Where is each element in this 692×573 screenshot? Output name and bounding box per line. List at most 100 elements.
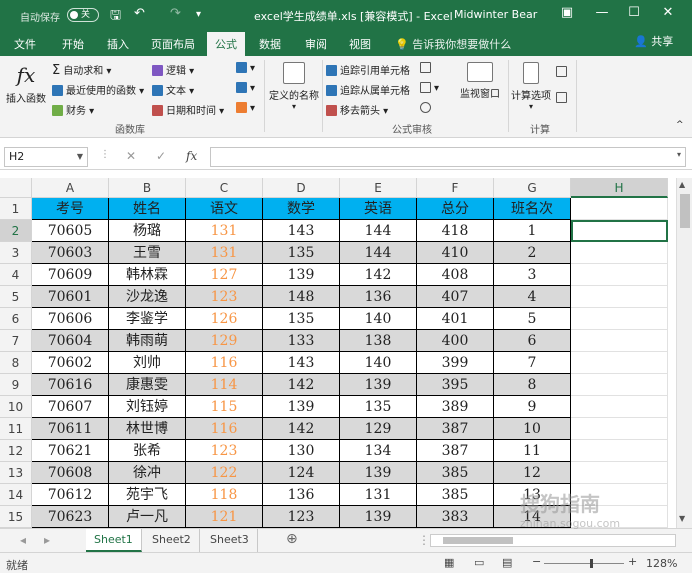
table-cell[interactable]: 10: [494, 418, 571, 440]
column-header-f[interactable]: F: [417, 178, 494, 198]
table-cell[interactable]: 139: [340, 462, 417, 484]
table-cell[interactable]: 3: [494, 264, 571, 286]
table-cell[interactable]: 135: [340, 396, 417, 418]
table-cell[interactable]: 12: [494, 462, 571, 484]
table-cell[interactable]: 408: [417, 264, 494, 286]
table-cell[interactable]: 385: [417, 462, 494, 484]
table-cell[interactable]: 苑宇飞: [109, 484, 186, 506]
table-cell[interactable]: 70623: [32, 506, 109, 528]
table-cell[interactable]: 400: [417, 330, 494, 352]
row-header[interactable]: 8: [0, 352, 32, 374]
more-functions-button[interactable]: ▾: [236, 102, 255, 114]
empty-cell[interactable]: [571, 440, 668, 462]
table-cell[interactable]: 144: [340, 220, 417, 242]
insert-function-button[interactable]: fx 插入函数: [4, 62, 48, 105]
close-icon[interactable]: ✕: [658, 5, 678, 20]
table-cell[interactable]: 143: [263, 352, 340, 374]
table-cell[interactable]: 1: [494, 220, 571, 242]
tab-data[interactable]: 数据: [259, 36, 281, 52]
header-cell[interactable]: 姓名: [109, 198, 186, 220]
table-cell[interactable]: 2: [494, 242, 571, 264]
table-cell[interactable]: 杨璐: [109, 220, 186, 242]
row-header[interactable]: 15: [0, 506, 32, 528]
tab-view[interactable]: 视图: [349, 36, 371, 52]
logical-button[interactable]: 逻辑 ▾: [152, 62, 194, 77]
lookup-button[interactable]: ▾: [236, 62, 255, 74]
tab-formulas[interactable]: 公式: [207, 32, 245, 56]
error-checking-button[interactable]: ▾: [420, 82, 439, 94]
table-cell[interactable]: 刘钰婷: [109, 396, 186, 418]
header-cell[interactable]: 班名次: [494, 198, 571, 220]
table-cell[interactable]: 118: [186, 484, 263, 506]
evaluate-formula-button[interactable]: [420, 102, 434, 114]
table-cell[interactable]: 70621: [32, 440, 109, 462]
empty-cell[interactable]: [571, 308, 668, 330]
table-cell[interactable]: 70611: [32, 418, 109, 440]
page-break-view-icon[interactable]: ▤: [502, 556, 512, 569]
share-button[interactable]: 👤 共享: [630, 33, 677, 53]
table-cell[interactable]: 387: [417, 440, 494, 462]
maximize-icon[interactable]: ☐: [624, 5, 644, 20]
calc-options-button[interactable]: 计算选项 ▾: [508, 62, 554, 111]
table-cell[interactable]: 136: [263, 484, 340, 506]
scroll-left-icon[interactable]: ◂: [20, 533, 26, 547]
add-sheet-icon[interactable]: ⊕: [286, 531, 298, 547]
formula-input[interactable]: [210, 147, 686, 167]
table-cell[interactable]: 126: [186, 308, 263, 330]
table-cell[interactable]: 129: [186, 330, 263, 352]
table-cell[interactable]: 133: [263, 330, 340, 352]
sheet-tab-1[interactable]: Sheet1: [86, 529, 142, 552]
header-cell[interactable]: 语文: [186, 198, 263, 220]
table-cell[interactable]: 115: [186, 396, 263, 418]
more-options-icon[interactable]: ⋮: [418, 533, 430, 547]
horizontal-scrollbar[interactable]: [430, 534, 676, 547]
vertical-scrollbar[interactable]: ▲ ▼: [676, 178, 692, 528]
table-cell[interactable]: 林世博: [109, 418, 186, 440]
empty-cell[interactable]: [571, 352, 668, 374]
enter-icon[interactable]: ✓: [156, 149, 166, 163]
table-cell[interactable]: 121: [186, 506, 263, 528]
row-header[interactable]: 1: [0, 198, 32, 220]
row-header[interactable]: 14: [0, 484, 32, 506]
table-cell[interactable]: 123: [186, 286, 263, 308]
header-cell[interactable]: 考号: [32, 198, 109, 220]
empty-cell[interactable]: [571, 286, 668, 308]
header-cell[interactable]: 总分: [417, 198, 494, 220]
table-cell[interactable]: 王雪: [109, 242, 186, 264]
redo-icon[interactable]: ↷: [170, 6, 181, 21]
table-cell[interactable]: 142: [340, 264, 417, 286]
select-all-corner[interactable]: [0, 178, 32, 198]
column-header-a[interactable]: A: [32, 178, 109, 198]
trace-precedents-button[interactable]: 追踪引用单元格: [326, 62, 410, 77]
scroll-up-icon[interactable]: ▲: [679, 180, 685, 189]
user-name[interactable]: Midwinter Bear: [454, 8, 537, 21]
table-cell[interactable]: 129: [340, 418, 417, 440]
tab-file[interactable]: 文件: [14, 36, 36, 52]
row-header[interactable]: 10: [0, 396, 32, 418]
financial-button[interactable]: 财务 ▾: [52, 102, 94, 117]
tab-page-layout[interactable]: 页面布局: [151, 36, 195, 52]
table-cell[interactable]: 140: [340, 308, 417, 330]
column-header-h[interactable]: H: [571, 178, 668, 198]
row-header[interactable]: 3: [0, 242, 32, 264]
table-cell[interactable]: 122: [186, 462, 263, 484]
table-cell[interactable]: 144: [340, 242, 417, 264]
column-header-d[interactable]: D: [263, 178, 340, 198]
expand-formula-icon[interactable]: ▾: [677, 150, 681, 159]
table-cell[interactable]: 399: [417, 352, 494, 374]
name-box[interactable]: H2 ▼: [4, 147, 88, 167]
row-header[interactable]: 11: [0, 418, 32, 440]
autosave-toggle[interactable]: 关: [67, 8, 99, 22]
selected-cell[interactable]: [571, 220, 668, 242]
watch-window-button[interactable]: 监视窗口: [454, 62, 506, 100]
define-name-button[interactable]: 定义的名称 ▾: [268, 62, 320, 111]
recent-functions-button[interactable]: 最近使用的函数 ▾: [52, 82, 144, 97]
table-cell[interactable]: 韩林霖: [109, 264, 186, 286]
table-cell[interactable]: 134: [340, 440, 417, 462]
show-formulas-button[interactable]: [420, 62, 434, 74]
table-cell[interactable]: 418: [417, 220, 494, 242]
save-icon[interactable]: 🖫: [110, 6, 121, 28]
empty-cell[interactable]: [571, 242, 668, 264]
table-cell[interactable]: 131: [186, 242, 263, 264]
normal-view-icon[interactable]: ▦: [444, 556, 454, 569]
